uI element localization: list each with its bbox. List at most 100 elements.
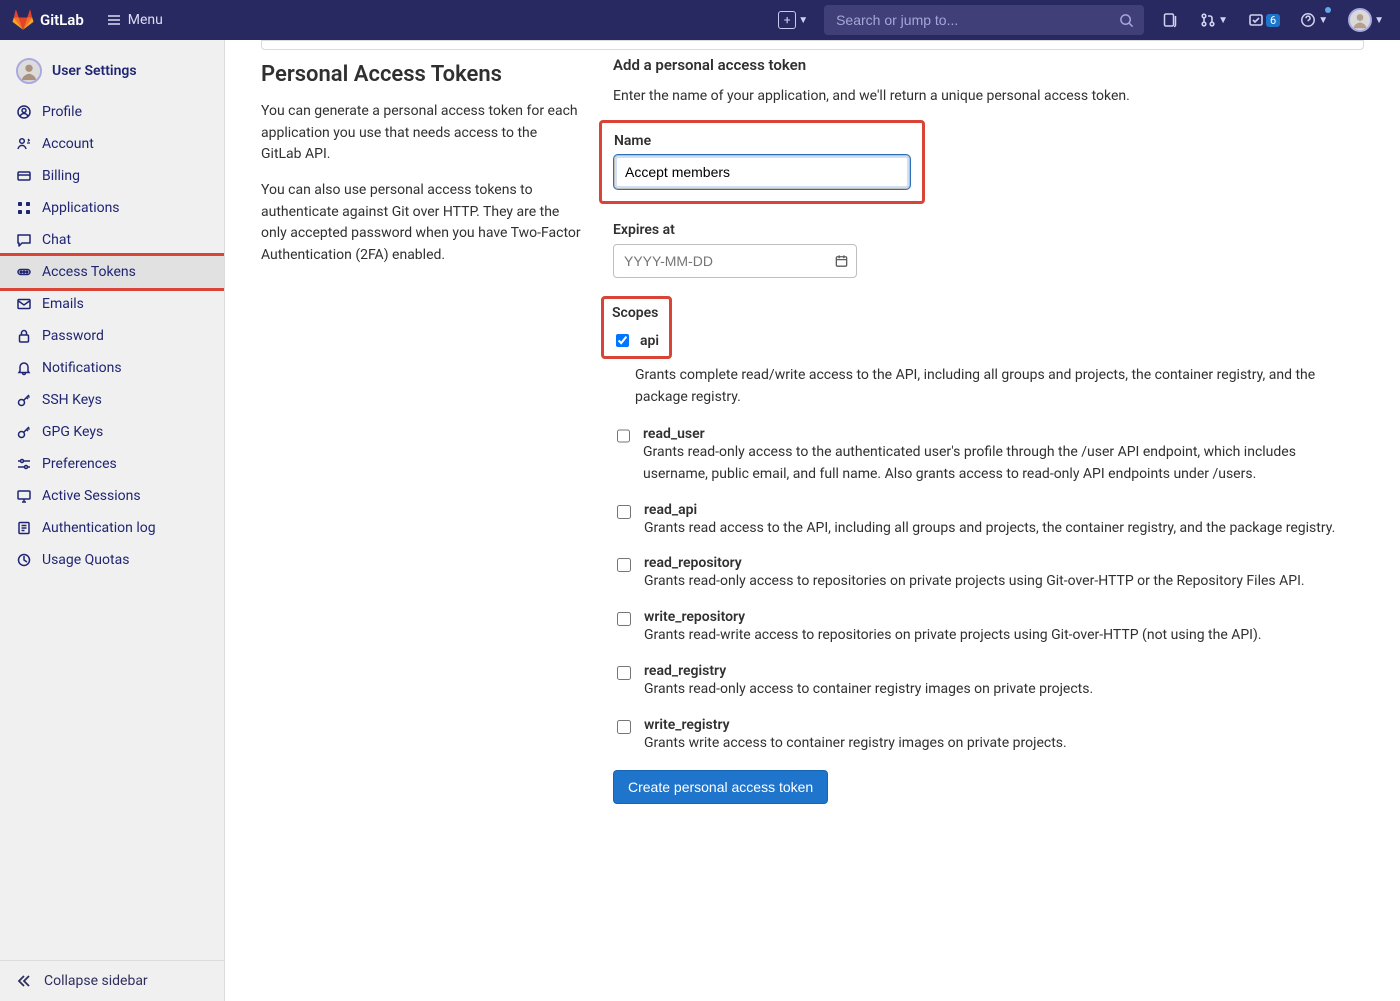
expires-label: Expires at (613, 222, 1364, 238)
scope-item: write_registryGrants write access to con… (613, 717, 1364, 755)
name-highlight-box: Name (599, 120, 925, 204)
chevron-down-icon: ▼ (1318, 15, 1328, 26)
profile-icon (16, 104, 32, 120)
calendar-icon[interactable] (834, 254, 849, 269)
sidebar-item-label: Billing (42, 168, 80, 184)
token-icon (16, 264, 32, 280)
page-desc-2: You can also use personal access tokens … (261, 180, 581, 267)
chat-icon (16, 232, 32, 248)
sidebar-item-notifications[interactable]: Notifications (0, 352, 224, 384)
scope-checkbox-write_repository[interactable] (617, 612, 631, 626)
sidebar-item-applications[interactable]: Applications (0, 192, 224, 224)
sidebar-item-access-tokens[interactable]: Access Tokens (0, 256, 224, 288)
sidebar-item-label: GPG Keys (42, 424, 103, 440)
issues-icon (1162, 12, 1178, 28)
sidebar-item-preferences[interactable]: Preferences (0, 448, 224, 480)
scope-checkbox-read_user[interactable] (617, 429, 630, 443)
scopes-highlight-box: Scopes api (601, 296, 672, 359)
sidebar-item-auth-log[interactable]: Authentication log (0, 512, 224, 544)
page-intro-column: Personal Access Tokens You can generate … (261, 56, 581, 281)
prior-section-edge (261, 40, 1364, 50)
scope-checkbox-read_registry[interactable] (617, 666, 631, 680)
scope-checkbox-api[interactable] (616, 334, 629, 347)
help-icon (1300, 12, 1316, 28)
scope-checkbox-read_api[interactable] (617, 505, 631, 519)
scope-name: write_registry (644, 717, 1067, 733)
account-icon (16, 136, 32, 152)
sidebar-item-billing[interactable]: Billing (0, 160, 224, 192)
preferences-icon (16, 456, 32, 472)
todos-count: 6 (1266, 14, 1280, 27)
key-icon (16, 392, 32, 408)
sidebar-item-label: Emails (42, 296, 84, 312)
scope-desc: Grants read-only access to the authentic… (643, 442, 1364, 485)
sidebar-item-label: Access Tokens (42, 264, 136, 280)
merge-requests-button[interactable]: ▼ (1196, 6, 1232, 34)
sidebar-item-chat[interactable]: Chat (0, 224, 224, 256)
sidebar-item-active-sessions[interactable]: Active Sessions (0, 480, 224, 512)
expires-input[interactable] (613, 244, 857, 278)
todos-button[interactable]: 6 (1244, 6, 1284, 34)
scope-desc: Grants read access to the API, including… (644, 518, 1335, 540)
collapse-icon (16, 973, 32, 989)
sidebar-item-label: Usage Quotas (42, 552, 129, 568)
new-button[interactable]: + ▼ (774, 6, 812, 34)
sidebar-item-label: SSH Keys (42, 392, 102, 408)
notification-dot (1325, 7, 1331, 13)
help-button[interactable]: ▼ (1296, 6, 1332, 34)
sidebar-item-gpg-keys[interactable]: GPG Keys (0, 416, 224, 448)
scope-item: read_userGrants read-only access to the … (613, 426, 1364, 485)
chevron-down-icon: ▼ (1218, 15, 1228, 26)
sidebar-item-label: Chat (42, 232, 71, 248)
scope-checkbox-read_repository[interactable] (617, 558, 631, 572)
sidebar-item-profile[interactable]: Profile (0, 96, 224, 128)
main-content: Personal Access Tokens You can generate … (225, 40, 1400, 1001)
chevron-down-icon: ▼ (1374, 15, 1384, 26)
form-heading: Add a personal access token (613, 56, 1364, 74)
hamburger-icon (106, 12, 122, 28)
user-menu-button[interactable]: ▼ (1344, 6, 1388, 34)
topbar: GitLab Menu + ▼ ▼ 6 (0, 0, 1400, 40)
scopes-label: Scopes (612, 305, 659, 321)
brand-text: GitLab (40, 11, 84, 29)
sidebar-item-usage-quotas[interactable]: Usage Quotas (0, 544, 224, 576)
scope-checkbox-write_registry[interactable] (617, 720, 631, 734)
collapse-sidebar-button[interactable]: Collapse sidebar (0, 960, 224, 1001)
issues-button[interactable] (1156, 6, 1184, 34)
brand[interactable]: GitLab (12, 9, 84, 31)
search-box[interactable] (824, 5, 1144, 35)
sidebar-item-account[interactable]: Account (0, 128, 224, 160)
applications-icon (16, 200, 32, 216)
app-body: User Settings Profile Account Billing Ap… (0, 40, 1400, 1001)
sidebar-item-ssh-keys[interactable]: SSH Keys (0, 384, 224, 416)
sidebar-item-emails[interactable]: Emails (0, 288, 224, 320)
name-label: Name (614, 133, 910, 149)
search-input[interactable] (834, 11, 1111, 29)
scope-name: read_user (643, 426, 1364, 442)
page-title: Personal Access Tokens (261, 62, 581, 87)
avatar (16, 58, 42, 84)
scope-item: read_apiGrants read access to the API, i… (613, 502, 1364, 540)
scope-item: read_registryGrants read-only access to … (613, 663, 1364, 701)
sidebar-item-label: Notifications (42, 360, 122, 376)
search-icon (1119, 13, 1134, 28)
key-icon (16, 424, 32, 440)
scope-item: read_repositoryGrants read-only access t… (613, 555, 1364, 593)
sidebar-item-label: Account (42, 136, 94, 152)
sidebar-item-label: Profile (42, 104, 82, 120)
collapse-label: Collapse sidebar (44, 973, 148, 989)
sidebar-title[interactable]: User Settings (0, 50, 224, 96)
form-subheading: Enter the name of your application, and … (613, 88, 1364, 104)
menu-label: Menu (128, 12, 163, 28)
sidebar-item-password[interactable]: Password (0, 320, 224, 352)
token-form-column: Add a personal access token Enter the na… (613, 56, 1364, 804)
name-input[interactable] (614, 155, 910, 189)
bell-icon (16, 360, 32, 376)
gitlab-logo-icon (12, 9, 34, 31)
scope-name: read_registry (644, 663, 1093, 679)
create-token-button[interactable]: Create personal access token (613, 770, 828, 804)
scope-name: read_api (644, 502, 1335, 518)
scope-desc: Grants complete read/write access to the… (635, 365, 1364, 408)
menu-button[interactable]: Menu (106, 12, 163, 28)
scope-name: api (640, 333, 659, 349)
